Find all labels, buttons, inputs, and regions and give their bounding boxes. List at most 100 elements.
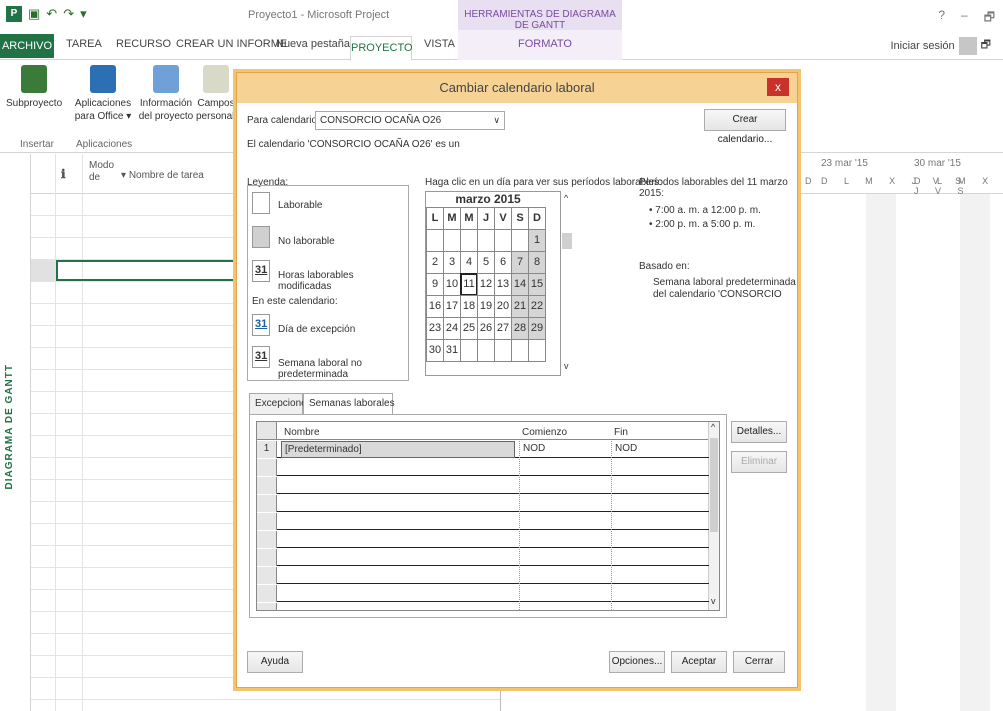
- cell-nombre[interactable]: [281, 585, 515, 602]
- tab-proyecto[interactable]: PROYECTO: [350, 36, 413, 61]
- signin-label[interactable]: Iniciar sesión: [890, 40, 954, 52]
- subproyecto-button[interactable]: Subproyecto: [6, 65, 62, 110]
- tab-crear-informe[interactable]: CREAR UN INFORME: [176, 38, 287, 50]
- calendar-day[interactable]: 27: [494, 317, 512, 340]
- calendar-day[interactable]: 10: [443, 273, 461, 296]
- tab-nueva-pestana[interactable]: Nueva pestaña: [276, 38, 350, 50]
- calendar-day[interactable]: 28: [511, 317, 529, 340]
- help-icon[interactable]: ?: [938, 8, 945, 29]
- table-row[interactable]: [257, 513, 709, 530]
- tab-semanas-laborales[interactable]: Semanas laborales: [303, 393, 395, 415]
- avatar[interactable]: [958, 36, 977, 55]
- informacion-proyecto-button[interactable]: Información del proyecto: [136, 65, 196, 123]
- tab-archivo[interactable]: ARCHIVO: [0, 34, 54, 58]
- aceptar-button[interactable]: Aceptar: [671, 651, 727, 673]
- crear-calendario-button[interactable]: Crear calendario...: [704, 109, 786, 145]
- calendar-day[interactable]: 23: [426, 317, 444, 340]
- ribbon-display-icon[interactable]: 🗗: [981, 36, 991, 55]
- table-row[interactable]: [257, 459, 709, 476]
- cell-fin[interactable]: [611, 567, 709, 584]
- calendar-day[interactable]: 19: [477, 295, 495, 318]
- signin-area[interactable]: Iniciar sesión 🗗: [890, 36, 991, 55]
- row-header[interactable]: [257, 603, 277, 610]
- calendar-day[interactable]: 21: [511, 295, 529, 318]
- row-header[interactable]: [257, 567, 277, 584]
- cell-nombre[interactable]: [281, 459, 515, 476]
- cell-fin[interactable]: [611, 531, 709, 548]
- cell-nombre[interactable]: [281, 531, 515, 548]
- minimize-icon[interactable]: –: [961, 8, 968, 29]
- cell-fin[interactable]: [611, 477, 709, 494]
- cell-nombre[interactable]: [281, 549, 515, 566]
- col-modo[interactable]: Modo de: [89, 160, 114, 184]
- aplicaciones-office-button[interactable]: Aplicaciones para Office ▾: [72, 65, 134, 123]
- row-header[interactable]: 1: [257, 441, 277, 458]
- month-calendar[interactable]: marzo 2015 L M M J V S D 1 2 3 4 5 6 7 8 9 10 11 12 13 14 15 1…: [425, 191, 561, 376]
- calendar-day[interactable]: 2: [426, 251, 444, 274]
- table-scrollbar[interactable]: ^ v: [708, 422, 719, 610]
- tab-recurso[interactable]: RECURSO: [116, 38, 171, 50]
- row-header[interactable]: [257, 477, 277, 494]
- calendar-day[interactable]: 20: [494, 295, 512, 318]
- cell-nombre[interactable]: [281, 495, 515, 512]
- table-row[interactable]: [257, 495, 709, 512]
- calendar-day[interactable]: 7: [511, 251, 529, 274]
- table-scroll-thumb[interactable]: [710, 438, 718, 532]
- col-header-fin[interactable]: Fin: [611, 425, 709, 442]
- table-row[interactable]: [257, 549, 709, 566]
- undo-icon[interactable]: ↶: [46, 6, 57, 22]
- chevron-down-icon[interactable]: ∨: [493, 115, 500, 126]
- cell-comienzo[interactable]: [519, 531, 609, 548]
- cell-fin[interactable]: [611, 495, 709, 512]
- cell-comienzo[interactable]: [519, 459, 609, 476]
- cell-fin[interactable]: [611, 513, 709, 530]
- calendar-day[interactable]: 30: [426, 339, 444, 362]
- col-nombre-dropdown-icon[interactable]: ▾: [121, 170, 129, 181]
- cell-nombre[interactable]: [281, 567, 515, 584]
- ayuda-button[interactable]: Ayuda: [247, 651, 303, 673]
- table-row[interactable]: [257, 477, 709, 494]
- dialog-close-button[interactable]: x: [767, 78, 789, 96]
- calendar-day[interactable]: 15: [528, 273, 546, 296]
- row-header[interactable]: [257, 549, 277, 566]
- calendar-day[interactable]: 24: [443, 317, 461, 340]
- calendar-day[interactable]: 1: [528, 229, 546, 252]
- cell-fin[interactable]: [611, 603, 709, 610]
- row-header[interactable]: [257, 585, 277, 602]
- calendar-day[interactable]: 22: [528, 295, 546, 318]
- cell-nombre[interactable]: [281, 477, 515, 494]
- tab-excepciones[interactable]: Excepciones: [249, 393, 312, 415]
- table-row[interactable]: [257, 567, 709, 584]
- table-scroll-down-icon[interactable]: v: [711, 596, 716, 606]
- row-header[interactable]: [257, 459, 277, 476]
- work-weeks-table[interactable]: Nombre Comienzo Fin ^ v 1 [Predeterminado…: [256, 421, 720, 611]
- cell-comienzo[interactable]: [519, 495, 609, 512]
- calendar-day[interactable]: 16: [426, 295, 444, 318]
- calendar-scroll-thumb[interactable]: [562, 233, 572, 249]
- cell-comienzo[interactable]: [519, 567, 609, 584]
- col-nombre-tarea[interactable]: ▾ Nombre de tarea: [121, 170, 204, 182]
- tab-tarea[interactable]: TAREA: [66, 38, 102, 50]
- calendar-day[interactable]: 14: [511, 273, 529, 296]
- row-header[interactable]: [257, 531, 277, 548]
- cell-fin[interactable]: [611, 585, 709, 602]
- cell-nombre[interactable]: [Predeterminado]: [281, 441, 515, 458]
- save-icon[interactable]: ▣: [28, 6, 40, 22]
- table-row[interactable]: [257, 531, 709, 548]
- table-scroll-up-icon[interactable]: ^: [711, 422, 715, 432]
- dialog-title[interactable]: Cambiar calendario laboral: [237, 73, 797, 103]
- tab-formato[interactable]: FORMATO: [518, 38, 572, 50]
- cell-comienzo[interactable]: [519, 513, 609, 530]
- restore-icon[interactable]: 🗗: [984, 8, 995, 29]
- calendar-scroll-up-icon[interactable]: ^: [564, 193, 568, 203]
- cerrar-button[interactable]: Cerrar: [733, 651, 785, 673]
- redo-icon[interactable]: ↷: [63, 6, 74, 22]
- row-header[interactable]: [257, 495, 277, 512]
- calendar-day[interactable]: 9: [426, 273, 444, 296]
- detalles-button[interactable]: Detalles...: [731, 421, 787, 443]
- calendar-day[interactable]: 3: [443, 251, 461, 274]
- col-header-comienzo[interactable]: Comienzo: [519, 425, 609, 442]
- cell-fin[interactable]: NOD: [611, 441, 709, 458]
- campos-personalizados-button[interactable]: Campos personalizad: [196, 65, 236, 123]
- cell-comienzo[interactable]: [519, 585, 609, 602]
